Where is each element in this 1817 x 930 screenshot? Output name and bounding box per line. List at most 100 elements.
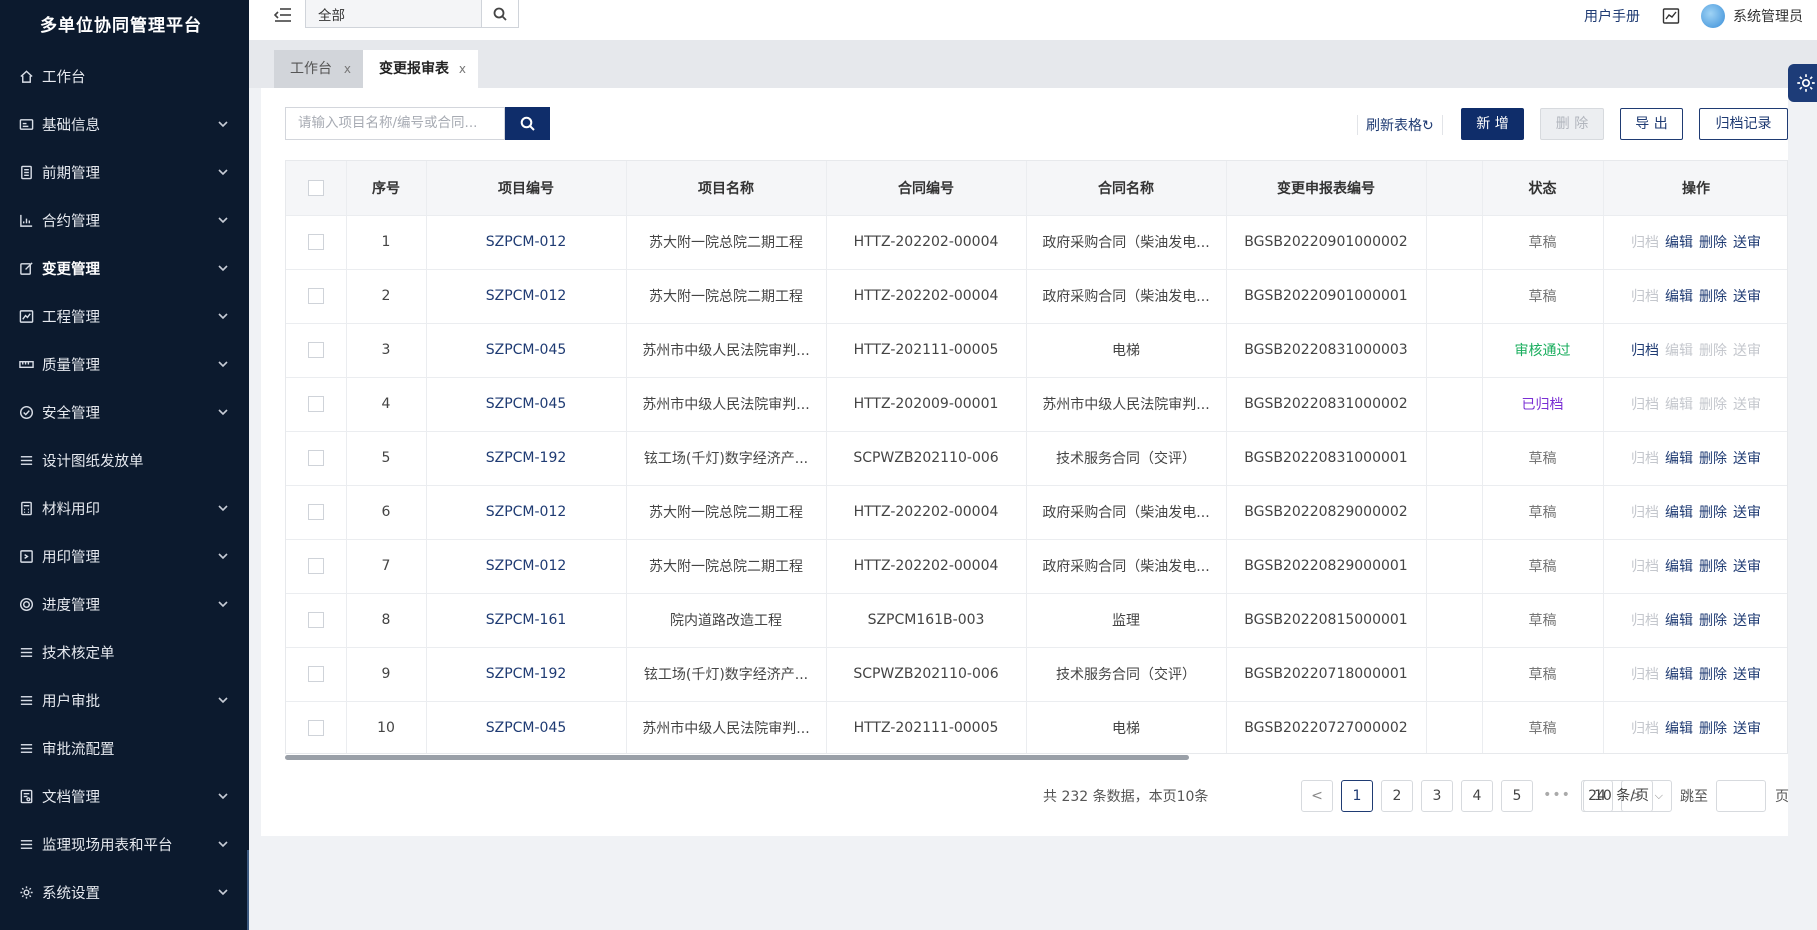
row-action-submit[interactable]: 送审 xyxy=(1733,235,1761,251)
project-search-button[interactable] xyxy=(505,107,550,140)
row-checkbox[interactable] xyxy=(307,342,324,358)
row-action-submit[interactable]: 送审 xyxy=(1733,721,1761,737)
table-row[interactable]: 9 SZPCM-192 铉工场(千灯)数字经济产... SCPWZB202110-00… xyxy=(286,647,1787,702)
row-action-archive[interactable]: 归档 xyxy=(1631,613,1659,629)
page-button-4[interactable]: 4 xyxy=(1461,780,1493,812)
row-action-submit[interactable]: 送审 xyxy=(1733,667,1761,683)
row-action-edit[interactable]: 编辑 xyxy=(1665,397,1693,413)
page-button-1[interactable]: 1 xyxy=(1341,780,1373,812)
sidebar-item[interactable]: 基础信息 xyxy=(0,100,249,148)
row-action-submit[interactable]: 送审 xyxy=(1733,397,1761,413)
line-chart-icon[interactable] xyxy=(1662,7,1680,25)
theme-settings-button[interactable] xyxy=(1788,64,1817,102)
table-row[interactable]: 5 SZPCM-192 铉工场(千灯)数字经济产... SCPWZB202110-00… xyxy=(286,431,1787,486)
sidebar-item[interactable]: 质量管理 xyxy=(0,340,249,388)
project-code-link[interactable]: SZPCM-012 xyxy=(426,485,627,540)
row-action-delete[interactable]: 删除 xyxy=(1699,289,1727,305)
row-checkbox[interactable] xyxy=(307,396,324,412)
sidebar-item[interactable]: 系统设置 xyxy=(0,868,249,916)
table-row[interactable]: 1 SZPCM-012 苏大附一院总院二期工程 HTTZ-202202-00004 政府… xyxy=(286,215,1787,270)
project-code-link[interactable]: SZPCM-045 xyxy=(426,701,627,753)
row-action-archive[interactable]: 归档 xyxy=(1631,721,1659,737)
table-horizontal-scrollbar[interactable] xyxy=(285,755,1189,760)
project-search-input[interactable]: 请输入项目名称/编号或合同... xyxy=(285,107,505,140)
row-action-edit[interactable]: 编辑 xyxy=(1665,613,1693,629)
sidebar-item[interactable]: 工作台 xyxy=(0,52,249,100)
row-action-archive[interactable]: 归档 xyxy=(1631,667,1659,683)
project-code-link[interactable]: SZPCM-045 xyxy=(426,377,627,432)
row-action-archive[interactable]: 归档 xyxy=(1631,505,1659,521)
row-checkbox[interactable] xyxy=(307,288,324,304)
menu-fold-icon[interactable] xyxy=(273,5,293,25)
row-checkbox[interactable] xyxy=(307,558,324,574)
project-code-link[interactable]: SZPCM-045 xyxy=(426,323,627,378)
page-ellipsis[interactable]: ••• xyxy=(1541,780,1573,812)
table-row[interactable]: 6 SZPCM-012 苏大附一院总院二期工程 HTTZ-202202-00004 政府… xyxy=(286,485,1787,540)
jump-page-input[interactable] xyxy=(1716,780,1766,812)
row-checkbox[interactable] xyxy=(307,504,324,520)
row-action-submit[interactable]: 送审 xyxy=(1733,289,1761,305)
row-action-delete[interactable]: 删除 xyxy=(1699,505,1727,521)
select-all-checkbox[interactable] xyxy=(307,179,324,196)
table-row[interactable]: 10 SZPCM-045 苏州市中级人民法院审判... HTTZ-202111-000… xyxy=(286,701,1787,753)
row-action-submit[interactable]: 送审 xyxy=(1733,505,1761,521)
row-action-archive[interactable]: 归档 xyxy=(1631,451,1659,467)
page-button-3[interactable]: 3 xyxy=(1421,780,1453,812)
global-search-button[interactable] xyxy=(482,0,519,28)
sidebar-item[interactable]: 工程管理 xyxy=(0,292,249,340)
row-action-edit[interactable]: 编辑 xyxy=(1665,667,1693,683)
table-row[interactable]: 7 SZPCM-012 苏大附一院总院二期工程 HTTZ-202202-00004 政府… xyxy=(286,539,1787,594)
row-action-archive[interactable]: 归档 xyxy=(1631,235,1659,251)
avatar[interactable] xyxy=(1701,4,1725,28)
row-checkbox[interactable] xyxy=(307,234,324,250)
sidebar-item[interactable]: 材料用印 xyxy=(0,484,249,532)
sidebar-item[interactable]: 设计图纸发放单 xyxy=(0,436,249,484)
row-action-edit[interactable]: 编辑 xyxy=(1665,559,1693,575)
row-action-delete[interactable]: 删除 xyxy=(1699,613,1727,629)
row-action-submit[interactable]: 送审 xyxy=(1733,451,1761,467)
export-button[interactable]: 导 出 xyxy=(1620,108,1683,140)
sidebar-item[interactable]: 用户审批 xyxy=(0,676,249,724)
table-row[interactable]: 4 SZPCM-045 苏州市中级人民法院审判... HTTZ-202009-0000… xyxy=(286,377,1787,432)
row-action-delete[interactable]: 删除 xyxy=(1699,667,1727,683)
project-code-link[interactable]: SZPCM-192 xyxy=(426,431,627,486)
project-code-link[interactable]: SZPCM-192 xyxy=(426,647,627,702)
row-action-delete[interactable]: 删除 xyxy=(1699,451,1727,467)
sidebar-item[interactable]: 合约管理 xyxy=(0,196,249,244)
table-row[interactable]: 2 SZPCM-012 苏大附一院总院二期工程 HTTZ-202202-00004 政府… xyxy=(286,269,1787,324)
sidebar-item[interactable]: 技术核定单 xyxy=(0,628,249,676)
sidebar-item[interactable]: 审批流配置 xyxy=(0,724,249,772)
row-action-delete[interactable]: 删除 xyxy=(1699,235,1727,251)
search-scope-select[interactable]: 全部 xyxy=(305,0,482,28)
project-code-link[interactable]: SZPCM-012 xyxy=(426,539,627,594)
row-action-edit[interactable]: 编辑 xyxy=(1665,343,1693,359)
close-icon[interactable]: x xyxy=(344,50,351,88)
sidebar-item[interactable]: 安全管理 xyxy=(0,388,249,436)
row-action-edit[interactable]: 编辑 xyxy=(1665,721,1693,737)
row-action-archive[interactable]: 归档 xyxy=(1631,397,1659,413)
row-action-archive[interactable]: 归档 xyxy=(1631,289,1659,305)
row-checkbox[interactable] xyxy=(307,720,324,736)
tab-change-report[interactable]: 变更报审表 x xyxy=(363,50,478,88)
row-action-submit[interactable]: 送审 xyxy=(1733,343,1761,359)
delete-button[interactable]: 删 除 xyxy=(1540,108,1604,140)
row-checkbox[interactable] xyxy=(307,666,324,682)
row-action-edit[interactable]: 编辑 xyxy=(1665,505,1693,521)
sidebar-item[interactable]: 用印管理 xyxy=(0,532,249,580)
sidebar-item[interactable]: 进度管理 xyxy=(0,580,249,628)
user-manual-link[interactable]: 用户手册 xyxy=(1584,6,1640,26)
row-checkbox[interactable] xyxy=(307,450,324,466)
prev-page-button[interactable]: < xyxy=(1301,780,1333,812)
sidebar-item[interactable]: 文档管理 xyxy=(0,772,249,820)
row-action-edit[interactable]: 编辑 xyxy=(1665,289,1693,305)
project-code-link[interactable]: SZPCM-012 xyxy=(426,269,627,324)
row-action-archive[interactable]: 归档 xyxy=(1631,343,1659,359)
close-icon[interactable]: x xyxy=(459,50,466,88)
sidebar-item[interactable]: 监理现场用表和平台 xyxy=(0,820,249,868)
sidebar-item[interactable]: 前期管理 xyxy=(0,148,249,196)
row-action-submit[interactable]: 送审 xyxy=(1733,613,1761,629)
sidebar-item[interactable]: 变更管理 xyxy=(0,244,249,292)
user-name[interactable]: 系统管理员 xyxy=(1733,6,1803,26)
refresh-table-link[interactable]: 刷新表格↻ xyxy=(1357,115,1443,135)
table-row[interactable]: 3 SZPCM-045 苏州市中级人民法院审判... HTTZ-202111-0000… xyxy=(286,323,1787,378)
